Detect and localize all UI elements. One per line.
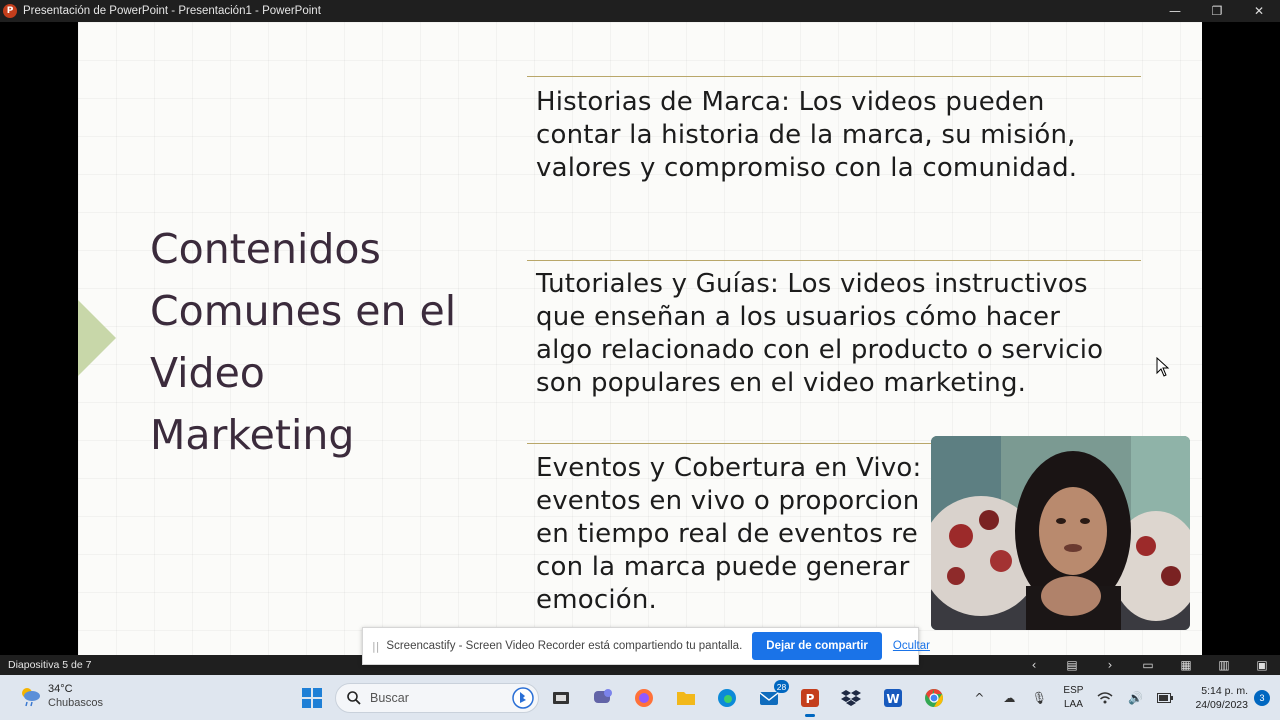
slide-menu-icon[interactable]: ▤ <box>1062 658 1082 672</box>
edge-icon <box>718 689 736 707</box>
search-icon <box>347 691 361 705</box>
chrome-button[interactable] <box>919 683 949 713</box>
dropbox-button[interactable] <box>836 683 866 713</box>
reading-view-icon[interactable]: ▥ <box>1214 658 1234 672</box>
mouse-cursor-icon <box>1156 357 1170 377</box>
restore-button[interactable]: ❐ <box>1196 0 1238 22</box>
divider-line <box>527 260 1141 261</box>
clock-date: 24/09/2023 <box>1195 698 1248 711</box>
onedrive-icon[interactable]: ☁ <box>997 686 1021 710</box>
chat-icon <box>594 689 612 703</box>
bullet-line: algo relacionado con el producto o servi… <box>536 335 1104 365</box>
volume-icon[interactable]: 🔊 <box>1123 686 1147 710</box>
start-button[interactable] <box>297 683 327 713</box>
taskbar-search[interactable]: Buscar <box>335 683 539 713</box>
keyboard-layout: LAA <box>1063 698 1083 710</box>
clock[interactable]: 5:14 p. m. 24/09/2023 <box>1195 684 1248 712</box>
bullet-tutoriales: Tutoriales y Guías: Los videos instructi… <box>536 268 1146 400</box>
slide-counter: Diapositiva 5 de 7 <box>8 659 92 671</box>
minimize-button[interactable]: — <box>1154 0 1196 22</box>
mail-badge: 28 <box>774 680 789 693</box>
bullet-line: valores y compromiso con la comunidad. <box>536 153 1078 183</box>
stop-sharing-button[interactable]: Dejar de compartir <box>752 632 882 660</box>
webcam-video-feed <box>931 436 1190 630</box>
wifi-icon[interactable] <box>1093 686 1117 710</box>
close-button[interactable]: ✕ <box>1238 0 1280 22</box>
window-title-bar: P Presentación de PowerPoint - Presentac… <box>0 0 1280 22</box>
language-code: ESP <box>1063 684 1084 696</box>
task-view-button[interactable] <box>546 683 576 713</box>
dropbox-icon <box>841 690 861 706</box>
next-slide-icon[interactable]: › <box>1100 658 1120 672</box>
bullet-line: son populares en el video marketing. <box>536 368 1027 398</box>
svg-text:W: W <box>886 692 899 706</box>
previous-slide-icon[interactable]: ‹ <box>1024 658 1044 672</box>
chevron-up-icon[interactable]: ^ <box>967 686 991 710</box>
firefox-button[interactable] <box>629 683 659 713</box>
rain-cloud-icon <box>22 688 40 707</box>
normal-view-icon[interactable]: ▭ <box>1138 658 1158 672</box>
slideshow-icon[interactable]: ▣ <box>1252 658 1272 672</box>
divider-line <box>527 76 1141 77</box>
drag-handle-icon[interactable]: || <box>372 640 379 653</box>
folder-icon <box>677 692 695 705</box>
system-tray: ^ ☁ 🎙 ESP LAA 🔊 5:14 p. m. 24/09/2023 3 <box>967 675 1280 720</box>
windows-logo-icon <box>302 688 322 708</box>
task-view-icon <box>553 692 569 704</box>
weather-temperature: 34°C <box>48 683 73 695</box>
firefox-icon <box>635 689 653 707</box>
bullet-line: contar la historia de la marca, su misió… <box>536 120 1076 150</box>
word-button[interactable]: W <box>878 683 908 713</box>
file-explorer-button[interactable] <box>671 683 701 713</box>
weather-condition: Chubascos <box>48 697 104 709</box>
bullet-historias: Historias de Marca: Los videos pueden co… <box>536 86 1146 185</box>
bullet-line: Historias de Marca: Los videos pueden <box>536 87 1045 117</box>
taskbar: 34°C Chubascos Buscar 28 P W ^ ☁ 🎙 ESP L… <box>0 675 1280 720</box>
language-indicator[interactable]: ESP LAA <box>1063 684 1083 712</box>
chevron-decoration <box>78 300 116 376</box>
slide-sorter-icon[interactable]: ▦ <box>1176 658 1196 672</box>
battery-icon[interactable] <box>1153 686 1177 710</box>
slide-title: Contenidos Comunes en el Video Marketing <box>150 225 457 459</box>
notifications-badge[interactable]: 3 <box>1254 689 1270 706</box>
window-controls: — ❐ ✕ <box>1154 0 1280 22</box>
chrome-icon <box>925 689 943 707</box>
powerpoint-icon: P <box>801 689 819 707</box>
clock-time: 5:14 p. m. <box>1201 684 1248 697</box>
bullet-line: Tutoriales y Guías: Los videos instructi… <box>536 269 1088 299</box>
window-title: Presentación de PowerPoint - Presentació… <box>23 5 321 17</box>
bullet-line: que enseñan a los usuarios cómo hacer <box>536 302 1061 332</box>
microphone-icon[interactable]: 🎙 <box>1027 686 1051 710</box>
powerpoint-button[interactable]: P <box>795 683 825 717</box>
bing-chat-icon[interactable] <box>512 687 534 709</box>
edge-button[interactable] <box>712 683 742 713</box>
word-icon: W <box>884 689 902 707</box>
share-message: Screencastify - Screen Video Recorder es… <box>386 640 743 652</box>
webcam-overlay[interactable] <box>931 436 1190 630</box>
svg-text:P: P <box>806 692 815 706</box>
search-placeholder: Buscar <box>370 691 409 705</box>
status-view-controls: ‹ ▤ › ▭ ▦ ▥ ▣ <box>1024 655 1272 675</box>
screen: P Presentación de PowerPoint - Presentac… <box>0 0 1280 720</box>
teams-chat-button[interactable] <box>588 683 618 713</box>
mail-button[interactable]: 28 <box>754 680 789 713</box>
screen-share-banner: || Screencastify - Screen Video Recorder… <box>362 627 930 665</box>
powerpoint-app-icon: P <box>3 4 17 18</box>
weather-widget[interactable]: 34°C Chubascos <box>18 682 103 710</box>
hide-link[interactable]: Ocultar <box>893 640 930 652</box>
